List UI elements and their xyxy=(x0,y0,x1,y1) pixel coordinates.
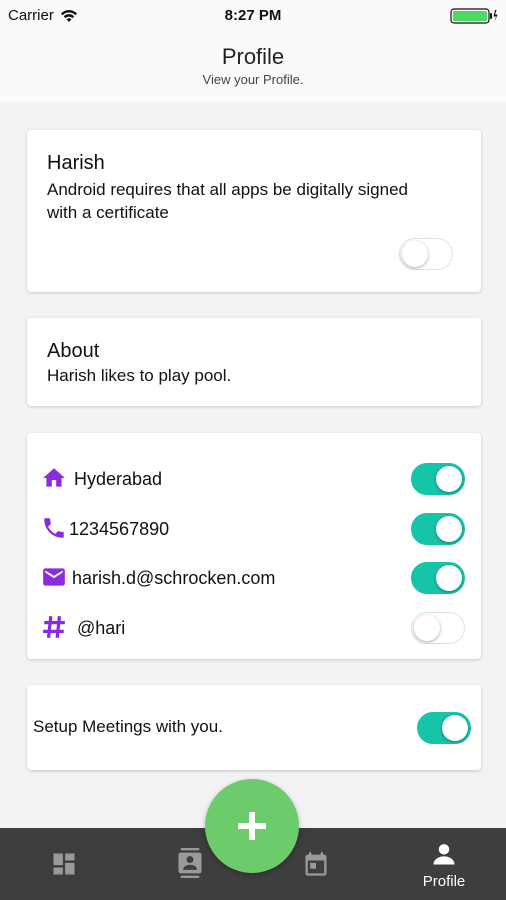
toggle-knob xyxy=(414,615,440,641)
location-toggle[interactable] xyxy=(411,463,465,495)
page-title: Profile xyxy=(221,44,285,69)
handle-toggle[interactable] xyxy=(411,612,465,644)
contact-row-phone: 1234567890 xyxy=(41,509,471,549)
page-header: Profile View your Profile. xyxy=(0,30,506,102)
about-title: About xyxy=(47,340,100,362)
contact-phone: 1234567890 xyxy=(69,519,170,539)
nav-item-dashboard[interactable] xyxy=(14,828,114,900)
contact-row-location: Hyderabad xyxy=(41,459,471,499)
plus-icon xyxy=(238,812,266,840)
meetings-text: Setup Meetings with you. xyxy=(33,717,223,736)
meetings-card: Setup Meetings with you. xyxy=(27,685,481,770)
mail-icon xyxy=(43,568,65,586)
contacts-icon xyxy=(178,848,202,878)
profile-name: Harish xyxy=(47,152,105,174)
toggle-knob xyxy=(402,241,428,267)
page-subtitle: View your Profile. xyxy=(202,72,304,87)
email-toggle[interactable] xyxy=(411,562,465,594)
status-bar: Carrier 8:27 PM xyxy=(0,0,506,30)
contact-row-email: harish.d@schrocken.com xyxy=(41,558,471,598)
battery-icon xyxy=(450,8,498,24)
contact-email: harish.d@schrocken.com xyxy=(72,568,276,588)
person-icon xyxy=(433,844,455,865)
dashboard-icon xyxy=(53,853,75,875)
nav-label-profile: Profile xyxy=(422,873,466,890)
toggle-knob xyxy=(442,715,468,741)
profile-description: Android requires that all apps be digita… xyxy=(47,180,409,222)
profile-toggle[interactable] xyxy=(399,238,453,270)
add-button[interactable] xyxy=(205,779,299,873)
contact-handle: @hari xyxy=(77,618,126,638)
about-card: About Harish likes to play pool. xyxy=(27,318,481,406)
phone-icon xyxy=(44,518,64,538)
profile-card: Harish Android requires that all apps be… xyxy=(27,130,481,292)
toggle-knob xyxy=(436,466,462,492)
contacts-card: Hyderabad 1234567890 harish.d@schrocken.… xyxy=(27,433,481,659)
status-time: 8:27 PM xyxy=(224,7,282,24)
toggle-knob xyxy=(436,516,462,542)
nav-item-profile[interactable]: Profile xyxy=(394,828,494,900)
about-text: Harish likes to play pool. xyxy=(47,366,232,385)
meetings-toggle[interactable] xyxy=(417,712,471,744)
toggle-knob xyxy=(436,565,462,591)
contact-location: Hyderabad xyxy=(74,469,163,489)
contact-row-handle: @hari xyxy=(41,608,471,648)
hashtag-icon xyxy=(43,616,65,638)
calendar-icon xyxy=(305,852,327,876)
home-icon xyxy=(43,468,65,487)
phone-toggle[interactable] xyxy=(411,513,465,545)
